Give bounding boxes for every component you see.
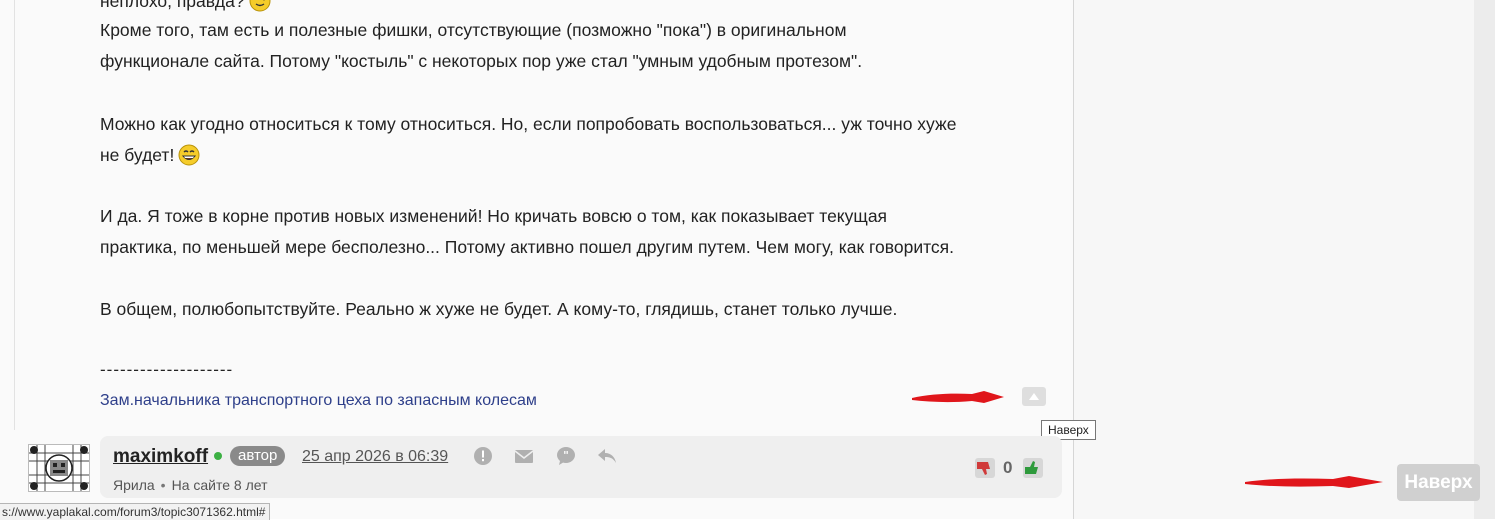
thumbs-down-icon [975,458,995,478]
reply-icon[interactable] [597,446,617,466]
post-body: Кроме того, там есть и полезные фишки, о… [100,15,862,77]
right-sidebar [1074,0,1474,519]
post-line: Кроме того, там есть и полезные фишки, о… [100,15,862,46]
username-link[interactable]: maximkoff [113,446,208,468]
post-body: В общем, полюбопытствуйте. Реально ж хуж… [100,294,897,325]
avatar-image [29,445,89,491]
vote-up-button[interactable] [1023,458,1043,478]
post-line: не будет! [100,140,956,171]
wink-smiley-icon [249,0,271,12]
svg-text:": " [563,449,569,462]
user-rank: Ярила [113,477,155,493]
post-line: функционале сайта. Потому "костыль" с не… [100,46,862,77]
scroll-to-top-button[interactable] [1022,387,1046,406]
vote-down-button[interactable] [975,458,995,478]
signature-text[interactable]: Зам.начальника транспортного цеха по зап… [100,392,537,410]
post-text: не будет! [100,145,174,165]
user-meta: Ярила • На сайте 8 лет [113,477,267,493]
post-line: Можно как угодно относиться к тому относ… [100,109,956,140]
post-line: И да. Я тоже в корне против новых измене… [100,201,954,232]
back-to-top-button[interactable]: Наверх [1397,464,1480,501]
post-body: Можно как угодно относиться к тому относ… [100,109,956,171]
online-status-icon [214,452,222,460]
meta-separator: • [161,477,166,493]
post-line: В общем, полюбопытствуйте. Реально ж хуж… [100,294,897,325]
post-date-link[interactable]: 25 апр 2026 в 06:39 [302,448,448,466]
red-arrow-annotation [1243,472,1388,492]
signature-divider: -------------------- [100,360,233,380]
author-badge: автор [230,446,285,466]
red-arrow-annotation [910,388,1010,408]
vote-count: 0 [1003,458,1012,478]
member-duration: На сайте 8 лет [172,477,268,493]
divider [14,0,15,430]
post-line: практика, по меньшей мере бесполезно... … [100,232,954,263]
status-bar-url: s://www.yaplakal.com/forum3/topic3071362… [0,503,270,520]
report-icon[interactable] [473,446,493,466]
post-text: неплохо, правда? [100,0,245,11]
post-body: И да. Я тоже в корне против новых измене… [100,201,954,263]
avatar[interactable] [28,444,90,492]
quote-icon[interactable]: " [556,446,576,466]
triangle-up-icon [1022,387,1046,406]
laughing-smiley-icon [178,144,200,166]
thumbs-up-icon [1023,458,1043,478]
scrollbar-track[interactable] [1474,0,1495,519]
envelope-icon[interactable] [514,446,534,466]
